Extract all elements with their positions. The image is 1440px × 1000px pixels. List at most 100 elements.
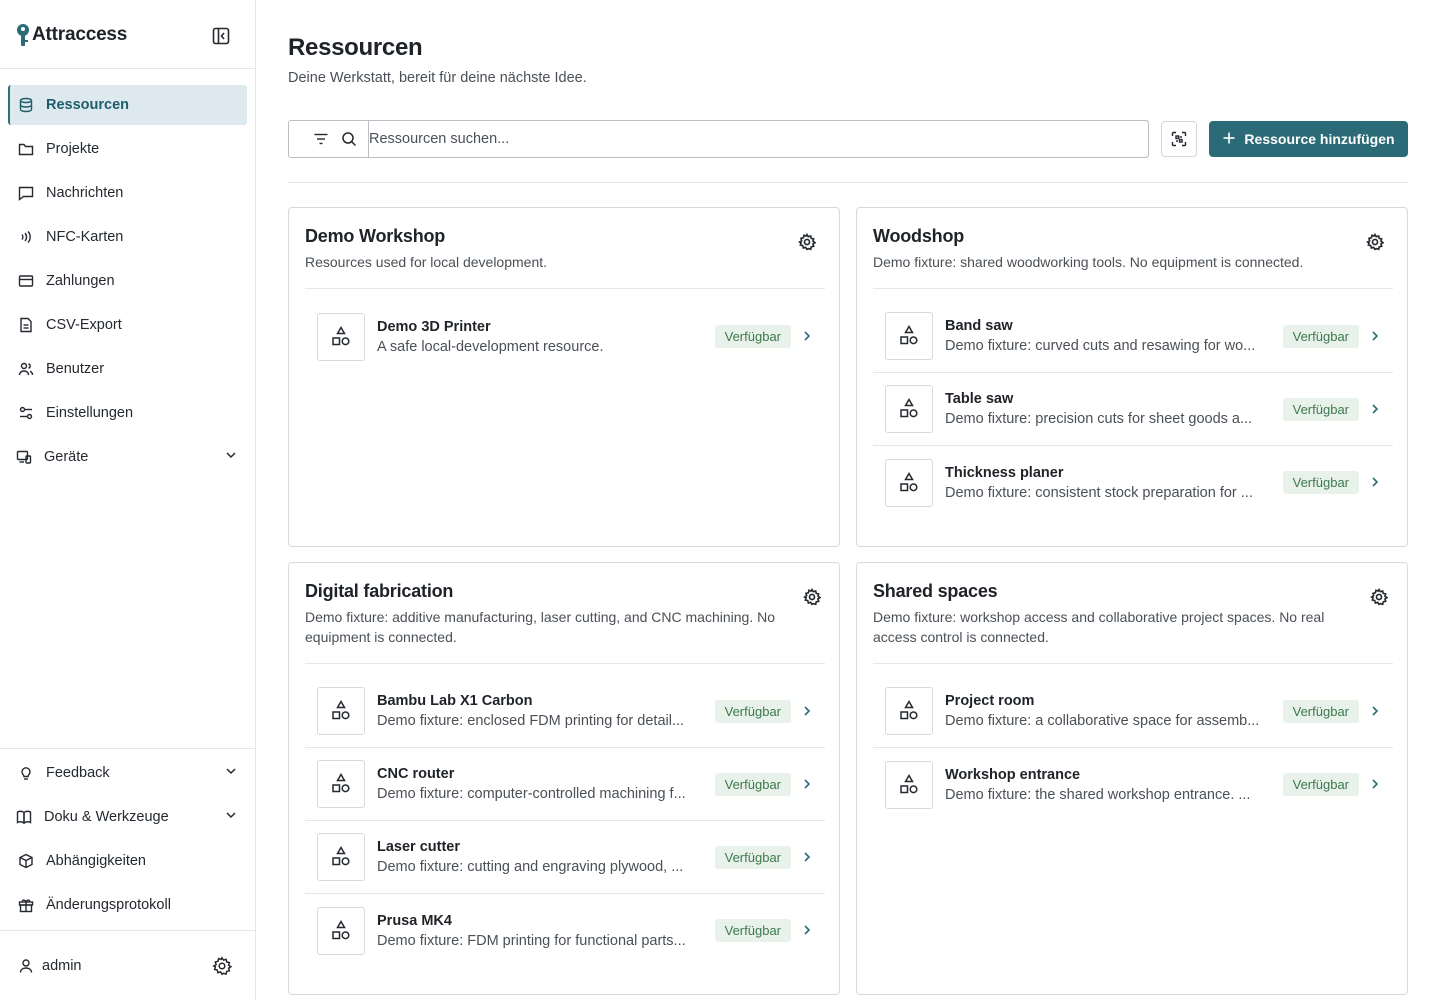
sidebar-item-geraete[interactable]: Geräte [8,437,247,477]
sidebar-collapse-icon [212,27,230,45]
group-settings-gear-icon[interactable] [1369,587,1389,606]
user-icon [18,958,34,974]
resource-group-card: Demo Workshop Resources used for local d… [288,207,840,547]
resource-row[interactable]: CNC router Demo fixture: computer-control… [305,748,825,821]
sidebar-item-zahlungen[interactable]: Zahlungen [8,261,247,301]
chevron-right-icon[interactable] [801,849,813,865]
status-badge: Verfügbar [714,919,791,942]
resource-shapes-icon [317,833,365,881]
group-settings-gear-icon[interactable] [797,232,817,251]
sidebar-item-label: Feedback [46,765,110,781]
sidebar-item-nfc-karten[interactable]: NFC-Karten [8,217,247,257]
resource-list: Band saw Demo fixture: curved cuts and re… [873,300,1393,519]
card-divider [873,288,1393,289]
sidebar-nav: Ressourcen Projekte Nachrichten NFC-Kart… [8,85,247,481]
sidebar-item-einstellungen[interactable]: Einstellungen [8,393,247,433]
resource-row[interactable]: Laser cutter Demo fixture: cutting and en… [305,821,825,894]
resource-row[interactable]: Demo 3D Printer A safe local-development … [305,300,825,373]
chevron-down-icon [225,765,237,781]
resource-description: Demo fixture: consistent stock preparati… [945,484,1253,501]
resource-name: Bambu Lab X1 Carbon [377,693,533,709]
sidebar-item-label: Änderungsprotokoll [46,897,171,913]
user-menu[interactable]: admin [0,944,255,988]
chevron-right-icon[interactable] [1369,401,1381,417]
plus-icon [1222,130,1236,148]
resource-list: Project room Demo fixture: a collaborativ… [873,675,1393,821]
status-badge: Verfügbar [714,773,791,796]
group-settings-gear-icon[interactable] [1365,232,1385,251]
sidebar-item-aenderungsprotokoll[interactable]: Änderungsprotokoll [8,888,247,922]
chevron-right-icon[interactable] [1369,474,1381,490]
devices-icon [16,449,32,465]
card-divider [305,288,825,289]
add-resource-button[interactable]: Ressource hinzufügen [1209,121,1408,157]
resource-shapes-icon [885,760,933,809]
sidebar-item-benutzer[interactable]: Benutzer [8,349,247,389]
resource-shapes-icon [885,385,933,433]
page-title: Ressourcen [288,34,423,61]
resource-group-card: Digital fabrication Demo fixture: additi… [288,562,840,995]
content-divider [288,182,1408,183]
gift-icon [18,897,34,913]
message-icon [18,185,34,201]
status-badge: Verfügbar [1282,471,1359,494]
chevron-right-icon[interactable] [801,703,813,719]
user-name: admin [42,958,82,974]
resource-name: Table saw [945,391,1014,407]
brand[interactable]: Attraccess [16,22,127,48]
resource-shapes-icon [317,906,365,955]
folder-icon [18,141,34,157]
sidebar-item-nachrichten[interactable]: Nachrichten [8,173,247,213]
resource-description: Demo fixture: FDM printing for functiona… [377,932,686,949]
sidebar-item-label: NFC-Karten [46,229,124,245]
users-icon [18,361,34,377]
user-settings-gear-icon[interactable] [212,956,233,976]
add-resource-label: Ressource hinzufügen [1244,131,1395,147]
sidebar-item-label: Nachrichten [46,185,124,201]
file-export-icon [18,317,34,333]
resource-description: Demo fixture: enclosed FDM printing for … [377,713,685,729]
chevron-right-icon[interactable] [1369,703,1381,719]
filter-icon[interactable] [305,121,337,157]
chevron-right-icon[interactable] [801,776,813,792]
resource-shapes-icon [885,458,933,507]
resource-name: Demo 3D Printer [377,318,491,335]
group-description: Demo fixture: additive manufacturing, la… [305,609,775,645]
sidebar-item-feedback[interactable]: Feedback [8,756,247,790]
search-bar [288,120,1149,158]
resource-row[interactable]: Table saw Demo fixture: precision cuts fo… [873,373,1393,446]
resource-row[interactable]: Project room Demo fixture: a collaborativ… [873,675,1393,748]
resource-row[interactable]: Band saw Demo fixture: curved cuts and re… [873,300,1393,373]
chevron-right-icon[interactable] [801,328,813,344]
search-icon [339,121,359,157]
group-settings-gear-icon[interactable] [802,587,822,606]
card-divider [873,663,1393,664]
resource-description: Demo fixture: curved cuts and resawing f… [945,338,1256,354]
group-title: Woodshop [873,226,965,246]
sidebar-item-label: Doku & Werkzeuge [44,809,169,825]
resource-row[interactable]: Bambu Lab X1 Carbon Demo fixture: enclose… [305,675,825,748]
resource-shapes-icon [317,687,365,735]
lightbulb-icon [18,765,34,781]
chevron-right-icon[interactable] [1369,328,1381,344]
group-description: Demo fixture: shared woodworking tools. … [873,254,1304,270]
sidebar-item-doku-werkzeuge[interactable]: Doku & Werkzeuge [8,800,247,834]
sidebar-item-ressourcen[interactable]: Ressourcen [8,85,247,125]
sidebar-item-csv-export[interactable]: CSV-Export [8,305,247,345]
status-badge: Verfügbar [714,700,791,723]
book-icon [16,809,32,825]
resource-description: Demo fixture: precision cuts for sheet g… [945,411,1253,427]
resource-name: Project room [945,693,1035,709]
resource-row[interactable]: Thickness planer Demo fixture: consistent… [873,446,1393,519]
chevron-right-icon[interactable] [801,922,813,938]
resource-row[interactable]: Prusa MK4 Demo fixture: FDM printing for … [305,894,825,967]
scan-qr-button[interactable] [1161,121,1197,157]
sidebar-item-abhaengigkeiten[interactable]: Abhängigkeiten [8,844,247,878]
resource-description: A safe local-development resource. [377,338,604,355]
chevron-right-icon[interactable] [1369,776,1381,792]
sidebar-item-projekte[interactable]: Projekte [8,129,247,169]
resource-description: Demo fixture: a collaborative space for … [945,713,1260,729]
sidebar-collapse-button[interactable] [210,26,232,46]
search-input[interactable] [368,120,1148,158]
resource-row[interactable]: Workshop entrance Demo fixture: the share… [873,748,1393,821]
